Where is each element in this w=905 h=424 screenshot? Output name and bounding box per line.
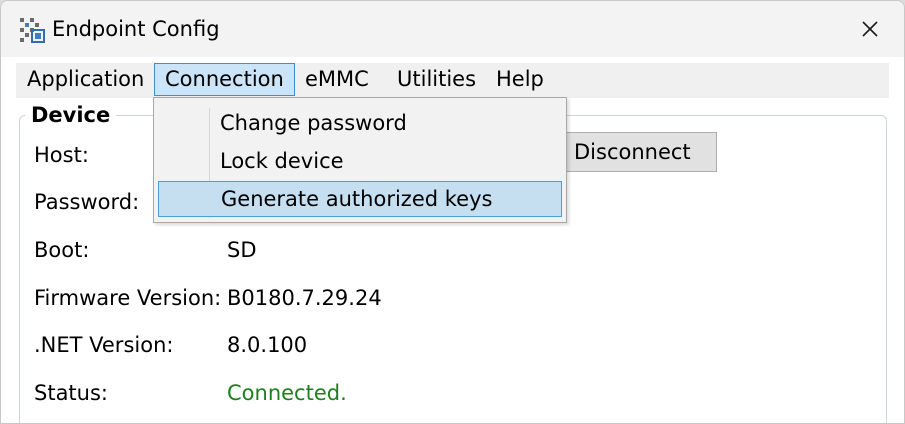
title-bar: Endpoint Config <box>1 1 904 57</box>
app-grid-icon <box>20 18 45 43</box>
menu-item-generate-authorized-keys[interactable]: Generate authorized keys <box>158 181 562 217</box>
status-value: Connected. <box>227 381 347 405</box>
status-label: Status: <box>34 381 108 405</box>
close-icon <box>862 21 878 37</box>
firmware-version-label: Firmware Version: <box>34 286 222 310</box>
firmware-version-value: B0180.7.29.24 <box>227 286 382 310</box>
host-label: Host: <box>34 143 89 167</box>
disconnect-button[interactable]: Disconnect <box>561 132 717 172</box>
connection-dropdown-menu: Change password Lock device Generate aut… <box>153 97 567 223</box>
menu-bar: Application Connection eMMC Utilities He… <box>16 63 889 98</box>
menu-application[interactable]: Application <box>16 63 155 96</box>
dotnet-version-label: .NET Version: <box>34 333 174 357</box>
boot-label: Boot: <box>34 238 90 262</box>
menu-item-change-password[interactable]: Change password <box>158 106 562 142</box>
window-title: Endpoint Config <box>52 17 220 41</box>
menu-utilities[interactable]: Utilities <box>386 63 487 96</box>
app-window: Endpoint Config Application Connection e… <box>0 0 905 424</box>
menu-help[interactable]: Help <box>485 63 555 96</box>
password-label: Password: <box>34 190 140 214</box>
dotnet-version-value: 8.0.100 <box>227 333 308 357</box>
close-button[interactable] <box>847 11 893 47</box>
boot-value: SD <box>227 238 257 262</box>
menu-connection[interactable]: Connection <box>154 63 295 96</box>
menu-item-lock-device[interactable]: Lock device <box>158 144 562 180</box>
device-group-title: Device <box>25 102 117 128</box>
menu-emmc[interactable]: eMMC <box>294 63 380 96</box>
